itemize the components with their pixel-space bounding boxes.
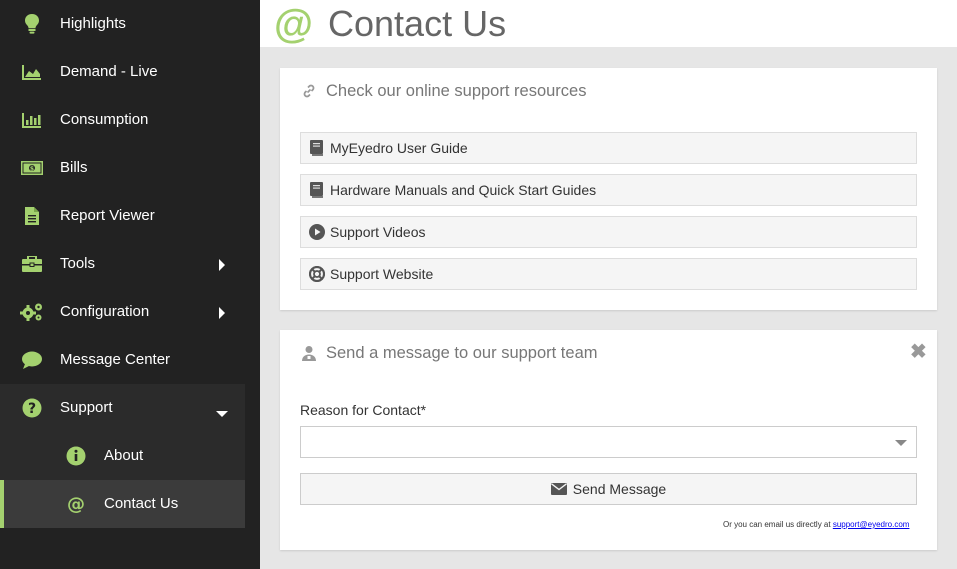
- link-icon: [300, 82, 318, 100]
- book-icon: [309, 140, 325, 156]
- active-indicator: [0, 480, 4, 528]
- sidebar-item-label: Message Center: [60, 351, 171, 368]
- resource-link-support-website[interactable]: Support Website: [300, 258, 917, 290]
- sidebar-item-highlights[interactable]: Highlights: [0, 0, 245, 48]
- life-ring-icon: [309, 266, 325, 282]
- close-icon[interactable]: ✖: [910, 342, 927, 362]
- sidebar-item-demand-live[interactable]: Demand - Live: [0, 48, 245, 96]
- question-circle-icon: ?: [20, 396, 44, 420]
- sidebar-item-label: Configuration: [60, 303, 150, 320]
- sidebar-item-configuration[interactable]: Configuration: [0, 288, 245, 336]
- support-resources-heading-text: Check our online support resources: [326, 81, 587, 100]
- svg-text:$: $: [30, 165, 34, 172]
- lightbulb-icon: [20, 12, 44, 36]
- sidebar-item-label: Tools: [60, 255, 96, 272]
- gears-icon: [20, 300, 44, 324]
- resource-link-hardware-manuals[interactable]: Hardware Manuals and Quick Start Guides: [300, 174, 917, 206]
- send-message-panel: Send a message to our support team ✖ Rea…: [280, 330, 937, 550]
- page-title: Contact Us: [328, 3, 507, 44]
- reason-for-contact-select[interactable]: [300, 426, 917, 458]
- send-message-heading-text: Send a message to our support team: [326, 343, 598, 362]
- comment-icon: [20, 348, 44, 372]
- money-icon: $: [20, 156, 44, 180]
- bar-chart-icon: [20, 108, 44, 132]
- sidebar-item-label: Report Viewer: [60, 207, 155, 224]
- sidebar-subitem-about[interactable]: About: [0, 432, 245, 480]
- briefcase-icon: [20, 252, 44, 276]
- at-icon: @: [64, 492, 88, 516]
- sidebar-item-label: Support: [60, 399, 113, 416]
- send-message-button[interactable]: Send Message: [300, 473, 917, 505]
- sidebar: Highlights Demand - Live Consumption $ B…: [0, 0, 260, 569]
- email-note: Or you can email us directly at support@…: [723, 520, 909, 529]
- resource-link-support-videos[interactable]: Support Videos: [300, 216, 917, 248]
- sidebar-subitem-label: Contact Us: [104, 495, 179, 512]
- sidebar-subitem-label: About: [104, 447, 144, 464]
- sidebar-subitem-contact-us[interactable]: @ Contact Us: [0, 480, 245, 528]
- book-icon: [309, 182, 325, 198]
- resource-link-label: MyEyedro User Guide: [330, 140, 468, 156]
- sidebar-item-consumption[interactable]: Consumption: [0, 96, 245, 144]
- caret-right-icon: [218, 306, 226, 323]
- resource-link-user-guide[interactable]: MyEyedro User Guide: [300, 132, 917, 164]
- resource-link-label: Support Videos: [330, 224, 426, 240]
- at-icon: @: [274, 2, 314, 46]
- page-header: @ Contact Us: [260, 0, 957, 47]
- support-resources-panel: Check our online support resources MyEye…: [280, 68, 937, 310]
- send-message-label: Send Message: [572, 481, 667, 497]
- resource-link-label: Support Website: [330, 266, 434, 282]
- sidebar-item-tools[interactable]: Tools: [0, 240, 245, 288]
- sidebar-item-support[interactable]: ? Support: [0, 384, 245, 432]
- caret-right-icon: [218, 258, 226, 275]
- sidebar-item-label: Demand - Live: [60, 63, 158, 80]
- resource-link-label: Hardware Manuals and Quick Start Guides: [330, 182, 597, 198]
- file-text-icon: [20, 204, 44, 228]
- info-circle-icon: [64, 444, 88, 468]
- sidebar-item-message-center[interactable]: Message Center: [0, 336, 245, 384]
- play-circle-icon: [309, 224, 325, 240]
- svg-text:?: ?: [28, 401, 36, 417]
- sidebar-item-label: Highlights: [60, 15, 126, 32]
- support-resources-heading: Check our online support resources: [300, 80, 586, 102]
- reason-for-contact-label: Reason for Contact*: [300, 402, 427, 418]
- sidebar-item-report-viewer[interactable]: Report Viewer: [0, 192, 245, 240]
- sidebar-item-label: Bills: [60, 159, 88, 176]
- user-support-icon: [300, 344, 318, 362]
- area-chart-icon: [20, 60, 44, 84]
- sidebar-item-bills[interactable]: $ Bills: [0, 144, 245, 192]
- envelope-icon: [550, 483, 567, 495]
- sidebar-item-label: Consumption: [60, 111, 149, 128]
- chevron-down-icon: [895, 440, 907, 446]
- email-note-text: Or you can email us directly at: [723, 520, 833, 529]
- support-email-link[interactable]: support@eyedro.com: [833, 520, 910, 529]
- caret-down-icon: [216, 405, 228, 422]
- send-message-heading: Send a message to our support team: [300, 342, 598, 364]
- svg-text:@: @: [67, 494, 85, 514]
